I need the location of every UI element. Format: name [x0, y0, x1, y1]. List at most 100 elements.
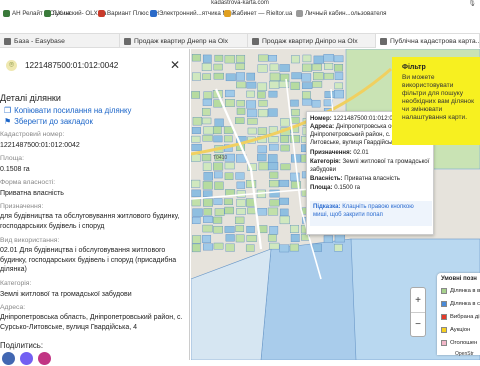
land-parcel[interactable] — [214, 171, 223, 179]
land-parcel[interactable] — [269, 143, 279, 151]
filter-tooltip[interactable]: Фільтр Ви можете використовувати фільтри… — [392, 57, 480, 145]
land-parcel[interactable] — [245, 244, 255, 252]
land-parcel[interactable] — [246, 81, 257, 89]
land-parcel[interactable] — [290, 99, 299, 107]
land-parcel[interactable] — [246, 235, 257, 242]
land-parcel[interactable] — [235, 225, 245, 232]
land-parcel[interactable] — [279, 208, 289, 217]
microphone-icon[interactable]: 🎙 — [468, 0, 476, 7]
land-parcel[interactable] — [202, 108, 211, 116]
land-parcel[interactable] — [312, 81, 323, 88]
land-parcel[interactable] — [191, 135, 201, 143]
land-parcel[interactable] — [269, 242, 280, 250]
land-parcel[interactable] — [269, 63, 279, 72]
land-parcel[interactable] — [192, 117, 203, 126]
land-parcel[interactable] — [203, 208, 213, 216]
land-parcel[interactable] — [280, 163, 291, 171]
land-parcel[interactable] — [267, 234, 277, 242]
land-parcel[interactable] — [257, 91, 266, 99]
land-parcel[interactable] — [247, 127, 257, 135]
land-parcel[interactable] — [235, 117, 245, 124]
land-parcel[interactable] — [279, 215, 290, 225]
legend-item[interactable]: Ділянка в в — [441, 288, 480, 294]
land-parcel[interactable] — [192, 216, 201, 224]
land-parcel[interactable] — [246, 225, 255, 233]
land-parcel[interactable] — [290, 225, 299, 233]
browser-tab[interactable]: Публічна кадастрова карта... — [376, 34, 480, 48]
land-parcel[interactable] — [268, 108, 278, 117]
land-parcel[interactable] — [235, 62, 245, 70]
land-parcel[interactable] — [279, 64, 290, 72]
land-parcel[interactable] — [257, 145, 267, 154]
land-parcel[interactable] — [203, 198, 214, 207]
land-parcel[interactable] — [257, 208, 267, 216]
land-parcel[interactable] — [257, 82, 268, 91]
land-parcel[interactable] — [203, 216, 213, 223]
legend-item[interactable]: Вибрана ді — [441, 314, 480, 320]
land-parcel[interactable] — [313, 55, 325, 64]
land-parcel[interactable] — [202, 73, 211, 80]
land-parcel[interactable] — [191, 72, 201, 81]
land-parcel[interactable] — [279, 197, 289, 205]
land-parcel[interactable] — [334, 72, 344, 80]
land-parcel[interactable] — [236, 100, 245, 107]
land-parcel[interactable] — [202, 235, 212, 243]
land-parcel[interactable] — [225, 89, 235, 98]
land-parcel[interactable] — [214, 54, 224, 62]
copy-link-button[interactable]: ❐ Копіювати посилання на ділянку — [4, 106, 131, 115]
land-parcel[interactable] — [334, 233, 345, 243]
land-parcel[interactable] — [191, 127, 201, 134]
land-parcel[interactable] — [291, 108, 300, 116]
land-parcel[interactable] — [236, 81, 247, 89]
zoom-in-button[interactable]: + — [411, 288, 425, 313]
land-parcel[interactable] — [323, 235, 334, 243]
address-bar[interactable]: kadastrova-karta.com — [0, 0, 480, 6]
legend-item[interactable]: Ділянка в с — [441, 301, 480, 307]
land-parcel[interactable] — [267, 207, 279, 216]
land-parcel[interactable] — [302, 91, 311, 100]
land-parcel[interactable] — [257, 127, 268, 135]
land-parcel[interactable] — [224, 162, 235, 170]
land-parcel[interactable] — [280, 144, 290, 152]
land-parcel[interactable] — [202, 134, 213, 142]
land-parcel[interactable] — [213, 162, 224, 171]
land-parcel[interactable] — [213, 242, 224, 250]
viber-icon[interactable] — [20, 352, 33, 365]
instagram-icon[interactable] — [38, 352, 51, 365]
land-parcel[interactable] — [290, 234, 300, 243]
bookmark-item[interactable]: Кабинет — Rieltor.ua — [224, 10, 292, 17]
land-parcel[interactable] — [236, 107, 246, 115]
bookmark-item[interactable]: Электронний...ятчика Мой — [150, 10, 235, 17]
land-parcel[interactable] — [191, 243, 201, 253]
land-parcel[interactable] — [269, 72, 281, 81]
land-parcel[interactable] — [258, 109, 269, 118]
land-parcel[interactable] — [223, 198, 233, 205]
land-parcel[interactable] — [191, 54, 201, 62]
land-parcel[interactable] — [333, 55, 344, 63]
land-parcel[interactable] — [214, 181, 224, 190]
land-parcel[interactable] — [257, 153, 267, 162]
land-parcel[interactable] — [302, 98, 312, 106]
land-parcel[interactable] — [313, 72, 324, 81]
land-parcel[interactable] — [269, 199, 280, 207]
land-parcel[interactable] — [225, 234, 235, 242]
land-parcel[interactable] — [334, 82, 344, 90]
land-parcel[interactable] — [246, 180, 257, 188]
land-parcel[interactable] — [192, 208, 203, 217]
land-parcel[interactable] — [312, 243, 322, 252]
land-parcel[interactable] — [224, 206, 234, 215]
land-parcel[interactable] — [269, 171, 279, 179]
legend-item[interactable]: Оголошен — [441, 340, 477, 346]
land-parcel[interactable] — [279, 179, 290, 187]
land-parcel[interactable] — [289, 135, 301, 143]
land-parcel[interactable] — [191, 143, 202, 151]
land-parcel[interactable] — [202, 181, 213, 190]
land-parcel[interactable] — [201, 63, 212, 71]
land-parcel[interactable] — [279, 244, 290, 253]
land-parcel[interactable] — [213, 72, 224, 80]
browser-tab[interactable]: Продаж квартир Днепр на Olx — [120, 34, 248, 48]
land-parcel[interactable] — [236, 208, 246, 215]
land-parcel[interactable] — [235, 216, 245, 224]
land-parcel[interactable] — [202, 162, 212, 171]
land-parcel[interactable] — [269, 226, 279, 235]
